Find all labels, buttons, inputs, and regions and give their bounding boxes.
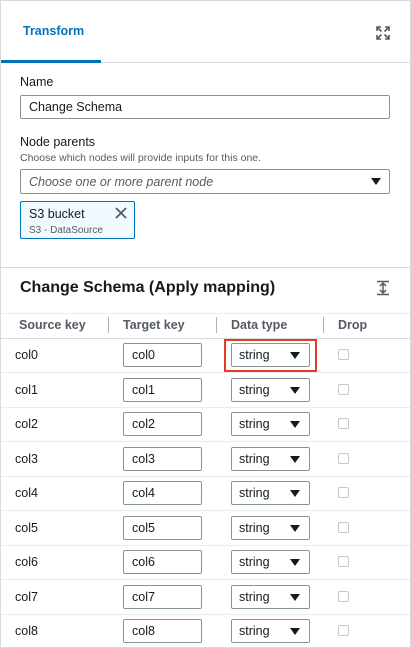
parent-token: S3 bucket S3 - DataSource (20, 201, 135, 239)
caret-down-icon (290, 628, 300, 635)
header-drop: Drop (338, 318, 368, 332)
table-row: col2 col2 string (1, 407, 410, 442)
header-target-key: Target key (123, 318, 185, 332)
transform-panel: Transform Name Change Schema Node parent… (0, 0, 411, 648)
table-row: col3 col3 string (1, 442, 410, 477)
target-key-input[interactable]: col1 (123, 377, 202, 402)
caret-down-icon (290, 352, 300, 359)
name-input[interactable]: Change Schema (20, 95, 390, 119)
table-row: col1 col1 string (1, 373, 410, 408)
data-type-value: string (239, 486, 270, 500)
target-key-input[interactable]: col6 (123, 550, 202, 574)
header-data-type: Data type (231, 318, 288, 332)
data-type-value: string (239, 382, 270, 397)
caret-down-icon (290, 421, 300, 428)
data-type-value: string (239, 348, 270, 362)
expand-icon[interactable] (375, 25, 391, 41)
source-key: col1 (15, 382, 38, 397)
drop-checkbox[interactable] (338, 521, 349, 533)
data-type-select[interactable]: string (231, 515, 310, 540)
source-key: col8 (15, 624, 38, 638)
table-row: col8 col8 string (1, 614, 410, 647)
data-type-value: string (239, 589, 270, 604)
token-name: S3 bucket (29, 207, 85, 221)
data-type-select[interactable]: string (231, 550, 310, 574)
collapse-icon[interactable] (376, 280, 390, 296)
close-icon[interactable] (114, 206, 128, 220)
node-parents-description: Choose which nodes will provide inputs f… (20, 152, 262, 164)
caret-down-icon (290, 593, 300, 601)
data-type-select[interactable]: string (231, 412, 310, 436)
drop-checkbox[interactable] (338, 487, 349, 498)
node-parents-placeholder: Choose one or more parent node (29, 175, 214, 189)
caret-down-icon (290, 386, 300, 394)
data-type-value: string (239, 555, 270, 569)
name-label: Name (20, 75, 54, 89)
source-key: col5 (15, 520, 38, 535)
tab-transform[interactable]: Transform (1, 1, 101, 63)
table-row: col0 col0 string (1, 338, 410, 373)
table-row: col5 col5 string (1, 511, 410, 546)
caret-down-icon (290, 490, 300, 497)
data-type-select[interactable]: string (231, 584, 310, 609)
caret-down-icon (290, 524, 300, 532)
drop-checkbox[interactable] (338, 349, 349, 360)
tab-transform-label: Transform (23, 24, 85, 38)
table-row: col6 col6 string (1, 545, 410, 580)
source-key: col7 (15, 589, 38, 604)
target-key-input[interactable]: col2 (123, 412, 202, 436)
section-divider (1, 267, 410, 268)
caret-down-icon (371, 178, 381, 185)
table-row: col4 col4 string (1, 476, 410, 511)
data-type-value: string (239, 451, 270, 466)
target-key-input[interactable]: col7 (123, 584, 202, 609)
drop-checkbox[interactable] (338, 556, 349, 567)
source-key: col2 (15, 417, 38, 431)
header-source-key: Source key (19, 318, 86, 332)
mapping-table-header: Source key Target key Data type Drop (1, 313, 410, 339)
target-key-input[interactable]: col0 (123, 343, 202, 367)
data-type-select[interactable]: string (231, 446, 310, 471)
drop-checkbox[interactable] (338, 452, 349, 464)
column-divider[interactable] (323, 317, 324, 333)
source-key: col3 (15, 451, 38, 466)
column-divider[interactable] (108, 317, 109, 333)
caret-down-icon (290, 559, 300, 566)
target-key-input[interactable]: col3 (123, 446, 202, 471)
target-key-input[interactable]: col8 (123, 619, 202, 643)
data-type-value: string (239, 417, 270, 431)
drop-checkbox[interactable] (338, 625, 349, 636)
drop-checkbox[interactable] (338, 418, 349, 429)
data-type-value: string (239, 624, 270, 638)
drop-checkbox[interactable] (338, 590, 349, 602)
table-row: col7 col7 string (1, 580, 410, 615)
data-type-value: string (239, 520, 270, 535)
caret-down-icon (290, 455, 300, 463)
source-key: col0 (15, 348, 38, 362)
node-parents-select[interactable]: Choose one or more parent node (20, 169, 390, 194)
source-key: col6 (15, 555, 38, 569)
mapping-title: Change Schema (Apply mapping) (20, 279, 276, 296)
active-tab-indicator (1, 60, 101, 63)
token-description: S3 - DataSource (29, 225, 103, 236)
data-type-select[interactable]: string (231, 619, 310, 643)
source-key: col4 (15, 486, 38, 500)
data-type-select[interactable]: string (231, 481, 310, 505)
node-parents-label: Node parents (20, 135, 96, 149)
data-type-select[interactable]: string (231, 377, 310, 402)
target-key-input[interactable]: col5 (123, 515, 202, 540)
tab-bar: Transform (1, 1, 410, 63)
column-divider[interactable] (216, 317, 217, 333)
data-type-select[interactable]: string (231, 343, 310, 367)
drop-checkbox[interactable] (338, 383, 349, 395)
target-key-input[interactable]: col4 (123, 481, 202, 505)
